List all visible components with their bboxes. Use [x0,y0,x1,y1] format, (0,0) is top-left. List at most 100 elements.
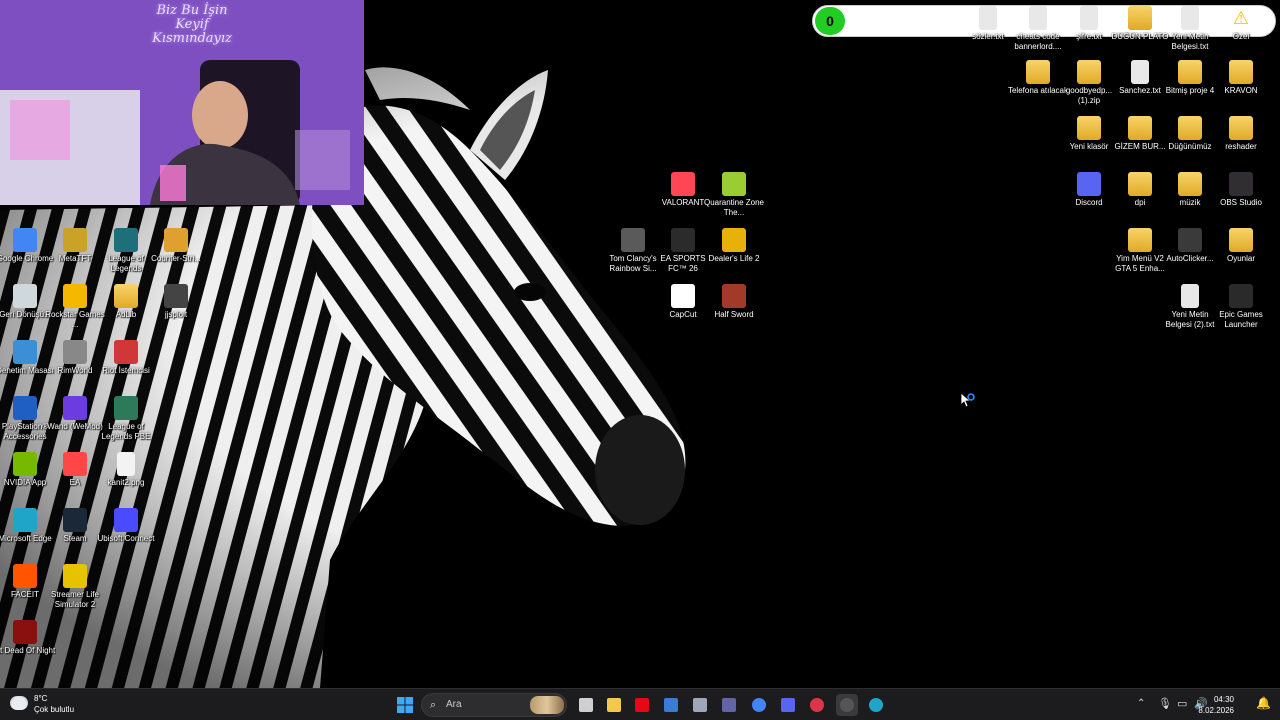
ea-fc-icon [671,228,695,252]
taskbar-app-browser[interactable] [865,694,887,716]
desktop-icon-dealers-life[interactable]: Dealer's Life 2 [709,228,759,264]
desktop-icon-folder[interactable]: GİZEM BUR... [1114,116,1166,152]
desktop-icon-folder[interactable]: müzik [1165,172,1215,208]
text-file-icon [1131,60,1149,84]
text-file-icon [1181,6,1199,30]
mouse-icon [1178,228,1202,252]
folder-icon [1077,116,1101,140]
riot-icon [114,340,138,364]
discord-icon [1077,172,1101,196]
desktop-icon-riot[interactable]: Riot İstemcisi [101,340,151,376]
desktop-icon-folder[interactable]: dpi [1115,172,1165,208]
desktop-icon-folder[interactable]: DÜĞÜN PLATO [1111,6,1169,42]
desktop-icon-mouse[interactable]: AutoClicker... [1165,228,1215,264]
control-panel-icon [13,340,37,364]
desktop-icon-text-file[interactable]: Sanchez.txt [1115,60,1165,96]
desktop-icon-label: Epic Games Launcher [1219,310,1263,329]
desktop-icon-nvidia[interactable]: NVIDIA App [0,452,50,488]
taskbar-app-chrome[interactable] [748,694,770,716]
desktop-icon-obs[interactable]: OBS Studio [1216,172,1266,208]
desktop-icon-text-file[interactable]: cheats code bannerlord.... [1013,6,1063,52]
desktop-icon-text-file[interactable]: Yeni Metin Belgesi.txt [1165,6,1215,52]
weather-widget[interactable]: 8°C Çok bulutlu [10,694,100,718]
search-placeholder: Ara [446,699,462,710]
desktop-icon-playstation[interactable]: PlayStation® Accessories [0,396,50,442]
desktop-icon-league-pbe[interactable]: League of Legends PBE [101,396,151,442]
desktop-icon-wemod[interactable]: Wand (WeMod) [47,396,103,432]
desktop-icon-league[interactable]: League of Legends [101,228,151,274]
rockstar-icon [63,284,87,308]
desktop-icon-folder[interactable]: reshader [1216,116,1266,152]
desktop-icon-ea-fc[interactable]: EA SPORTS FC™ 26 [658,228,708,274]
desktop-icon-rainbow-six[interactable]: Tom Clancy's Rainbow Si... [608,228,658,274]
desktop-icon-rimworld[interactable]: RimWorld [50,340,100,376]
taskbar: 8°C Çok bulutlu ⌕ Ara ⌃ 🎙 ▭ 🔊 04:30 8.02… [0,688,1280,720]
desktop-icon-rockstar[interactable]: Rockstar Games ... [45,284,105,330]
desktop-icon-chrome[interactable]: Google Chrome [0,228,53,264]
folder-icon [1128,172,1152,196]
desktop-icon-valorant[interactable]: VALORANT [658,172,708,208]
desktop-icon-zip-folder[interactable]: goodbyedp... (1).zip [1064,60,1114,106]
taskbar-app-app[interactable] [689,694,711,716]
desktop-icon-ea[interactable]: EA [50,452,100,488]
desktop-icon-folder[interactable]: Düğünümüz [1165,116,1215,152]
tray-chevron-icon[interactable]: ⌃ [1137,698,1145,709]
desktop-icon-faceit[interactable]: FACEIT [0,564,50,600]
taskbar-app-netflix[interactable] [631,694,653,716]
notification-bell-icon[interactable]: 🔔 [1256,696,1271,710]
counter-badge: 0 [815,7,845,35]
start-button[interactable] [394,694,416,716]
desktop-icon-folder[interactable]: Oyunlar [1216,228,1266,264]
taskbar-app-file-explorer[interactable] [603,694,625,716]
desktop-icon-text-file[interactable]: Yeni Metin Belgesi (2).txt [1165,284,1215,330]
taskbar-search[interactable]: ⌕ Ara [421,693,567,717]
desktop-icon-text-file[interactable]: sözler.txt [963,6,1013,42]
taskbar-app-redirect[interactable] [806,694,828,716]
desktop-icon-folder[interactable]: KRAVON [1216,60,1266,96]
desktop-icon-epic-games[interactable]: Epic Games Launcher [1216,284,1266,330]
taskbar-app-teams[interactable] [718,694,740,716]
text-file-icon [1080,6,1098,30]
desktop-icon-steam[interactable]: Steam [50,508,100,544]
desktop-icon-warning[interactable]: ⚠ Özel [1216,6,1266,42]
desktop-icon-folder[interactable]: Bitmiş proje 4 [1165,60,1215,96]
desktop-icon-recycle-bin[interactable]: Geri Dönüşü... [0,284,51,320]
text-file-icon [979,6,997,30]
desktop-icon-control-panel[interactable]: Denetim Masası [0,340,54,376]
folder-icon [1178,172,1202,196]
desktop-icon-quarantine-zone[interactable]: Quarantine Zone The... [704,172,764,218]
desktop-icon-capcut[interactable]: CapCut [658,284,708,320]
streamer-life-icon [63,564,87,588]
desktop-icon-metatft[interactable]: MetaTFT [50,228,100,264]
system-clock[interactable]: 04:30 8.02.2026 [1186,694,1234,716]
desktop-icon-label: reshader [1225,142,1257,151]
taskbar-app-obs[interactable] [836,694,858,716]
desktop-icon-text-file[interactable]: şifre.txt [1064,6,1114,42]
desktop-icon-at-dead-of-night[interactable]: At Dead Of Night [0,620,55,656]
desktop-icon-label: kanit2.png [107,478,145,487]
folder-icon [1026,60,1050,84]
desktop-icon-image-file[interactable]: kanit2.png [101,452,151,488]
desktop-icon-edge[interactable]: Microsoft Edge [0,508,52,544]
microphone-icon[interactable]: 🎙 [1158,697,1172,710]
epic-games-icon [1229,284,1253,308]
desktop-icon-streamer-life[interactable]: Streamer Life Simulator 2 [50,564,100,610]
folder-icon [1178,116,1202,140]
desktop-icon-counter-strike[interactable]: Counter-Stri... [151,228,201,264]
taskbar-app-discord[interactable] [777,694,799,716]
ea-icon [63,452,87,476]
desktop-icon-discord[interactable]: Discord [1064,172,1114,208]
desktop-icon-folder[interactable]: Telefona atılacak [1008,60,1068,96]
taskbar-app-microsoft-store[interactable] [660,694,682,716]
desktop-icon-folder[interactable]: AdLib [101,284,151,320]
desktop-icon-jjsploit[interactable]: jjsploit [151,284,201,320]
desktop-icon-label: At Dead Of Night [0,646,56,655]
search-highlight-image [530,696,564,714]
steam-icon [63,508,87,532]
desktop-icon-folder[interactable]: Yim Menü V2 GTA 5 Enha... [1115,228,1165,274]
desktop-icon-folder[interactable]: Yeni klasör [1064,116,1114,152]
desktop-icon-half-sword[interactable]: Half Sword [709,284,759,320]
taskbar-app-task-view[interactable] [575,694,597,716]
desktop-icon-ubisoft[interactable]: Ubisoft Connect [98,508,154,544]
folder-icon [114,284,138,308]
